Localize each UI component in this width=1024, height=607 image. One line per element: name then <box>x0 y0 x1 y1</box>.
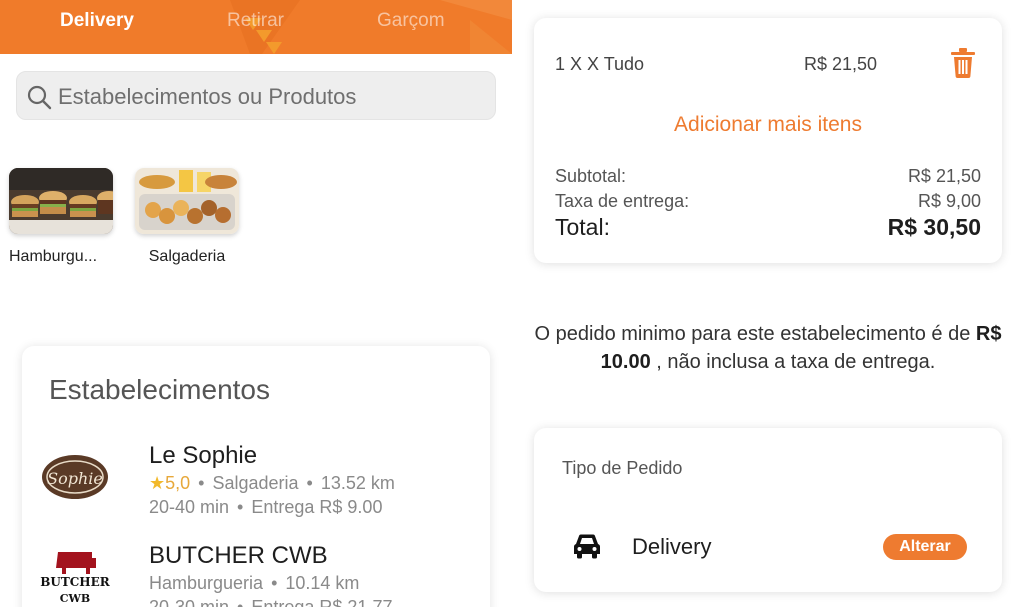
store-distance: 13.52 km <box>320 473 395 493</box>
tab-garcom[interactable]: Garçom <box>377 10 445 32</box>
total-value: R$ 30,50 <box>887 214 981 240</box>
store-logo-subtext: CWB <box>60 592 90 605</box>
minimum-notice-text-end: , não inclusa a taxa de entrega. <box>656 351 936 373</box>
cart-screen: 1 X X Tudo R$ 21,50 Adicionar mais itens… <box>512 0 1024 607</box>
store-fee: Entrega R$ 21.77 <box>251 597 393 607</box>
separator-dot: • <box>237 497 244 517</box>
store-delivery-info: 20-30 min • Entrega R$ 21.77 <box>149 597 392 607</box>
order-type-value: Delivery <box>632 534 712 559</box>
total-label: Total: <box>555 214 610 240</box>
store-distance: 10.14 km <box>285 573 360 593</box>
separator-dot: • <box>271 573 278 593</box>
order-type-card: Tipo de Pedido Delivery Alterar <box>534 428 1002 592</box>
tab-retirar[interactable]: Retirar <box>227 10 284 32</box>
category-salgaderia[interactable]: Salgaderia <box>135 168 239 266</box>
establishments-title: Estabelecimentos <box>49 374 271 405</box>
establishments-card: Estabelecimentos Sophie Le Sophie ★5,0 • S… <box>22 346 490 607</box>
store-meta: ★5,0 • Salgaderia • 13.52 km <box>149 473 395 494</box>
order-type-title: Tipo de Pedido <box>562 458 683 478</box>
order-summary-card: 1 X X Tudo R$ 21,50 Adicionar mais itens… <box>534 18 1002 263</box>
separator-dot: • <box>237 597 244 607</box>
cart-item-name: 1 X X Tudo <box>555 54 645 74</box>
minimum-order-notice: O pedido minimo para este estabeleciment… <box>534 320 1002 376</box>
search-placeholder: Estabelecimentos ou Produtos <box>58 84 357 109</box>
cart-item-price: R$ 21,50 <box>804 54 878 74</box>
store-rating: 5,0 <box>165 473 191 493</box>
trash-icon[interactable] <box>950 48 976 78</box>
tab-delivery[interactable]: Delivery <box>60 10 134 32</box>
subtotal-value: R$ 21,50 <box>907 166 981 186</box>
separator-dot: • <box>198 473 205 493</box>
category-hamburgueria[interactable]: Hamburgu... <box>9 168 113 266</box>
snacks-photo <box>135 168 239 234</box>
total-row: Total: R$ 30,50 <box>555 214 981 241</box>
delivery-fee-value: R$ 9,00 <box>917 191 981 211</box>
separator-dot: • <box>306 473 313 493</box>
category-label: Hamburgu... <box>9 248 98 265</box>
store-fee: Entrega R$ 9.00 <box>251 497 383 517</box>
store-meta: Hamburgueria • 10.14 km <box>149 573 359 594</box>
delivery-fee-label: Taxa de entrega: <box>555 191 690 211</box>
add-more-items-button[interactable]: Adicionar mais itens <box>534 113 1002 137</box>
category-image <box>9 168 113 234</box>
store-delivery-info: 20-40 min • Entrega R$ 9.00 <box>149 497 382 518</box>
store-name: Le Sophie <box>149 442 258 469</box>
car-icon <box>573 534 601 559</box>
delivery-fee-row: Taxa de entrega: R$ 9,00 <box>555 191 981 212</box>
store-time: 20-40 min <box>149 497 230 517</box>
store-time: 20-30 min <box>149 597 230 607</box>
category-label: Salgaderia <box>148 248 226 265</box>
minimum-notice-text: O pedido minimo para este estabeleciment… <box>534 323 971 345</box>
star-icon: ★ <box>149 473 166 493</box>
search-icon <box>27 85 52 110</box>
store-category: Salgaderia <box>212 473 299 493</box>
store-logo-text: BUTCHER <box>40 575 110 589</box>
home-screen: Delivery Retirar Garçom Estabelecimentos… <box>0 0 512 607</box>
search-bar[interactable]: Estabelecimentos ou Produtos <box>16 71 496 120</box>
store-logo: BUTCHER CWB <box>40 542 110 607</box>
subtotal-label: Subtotal: <box>555 166 627 186</box>
subtotal-row: Subtotal: R$ 21,50 <box>555 166 981 187</box>
store-name: BUTCHER CWB <box>149 542 328 569</box>
store-logo-text: Sophie <box>47 469 103 488</box>
store-logo: Sophie <box>41 443 109 511</box>
order-mode-tabbar: Delivery Retirar Garçom <box>0 0 512 54</box>
store-category: Hamburgueria <box>149 573 264 593</box>
category-image <box>135 168 239 234</box>
burger-photo <box>9 168 113 234</box>
change-order-type-button[interactable]: Alterar <box>883 534 967 560</box>
